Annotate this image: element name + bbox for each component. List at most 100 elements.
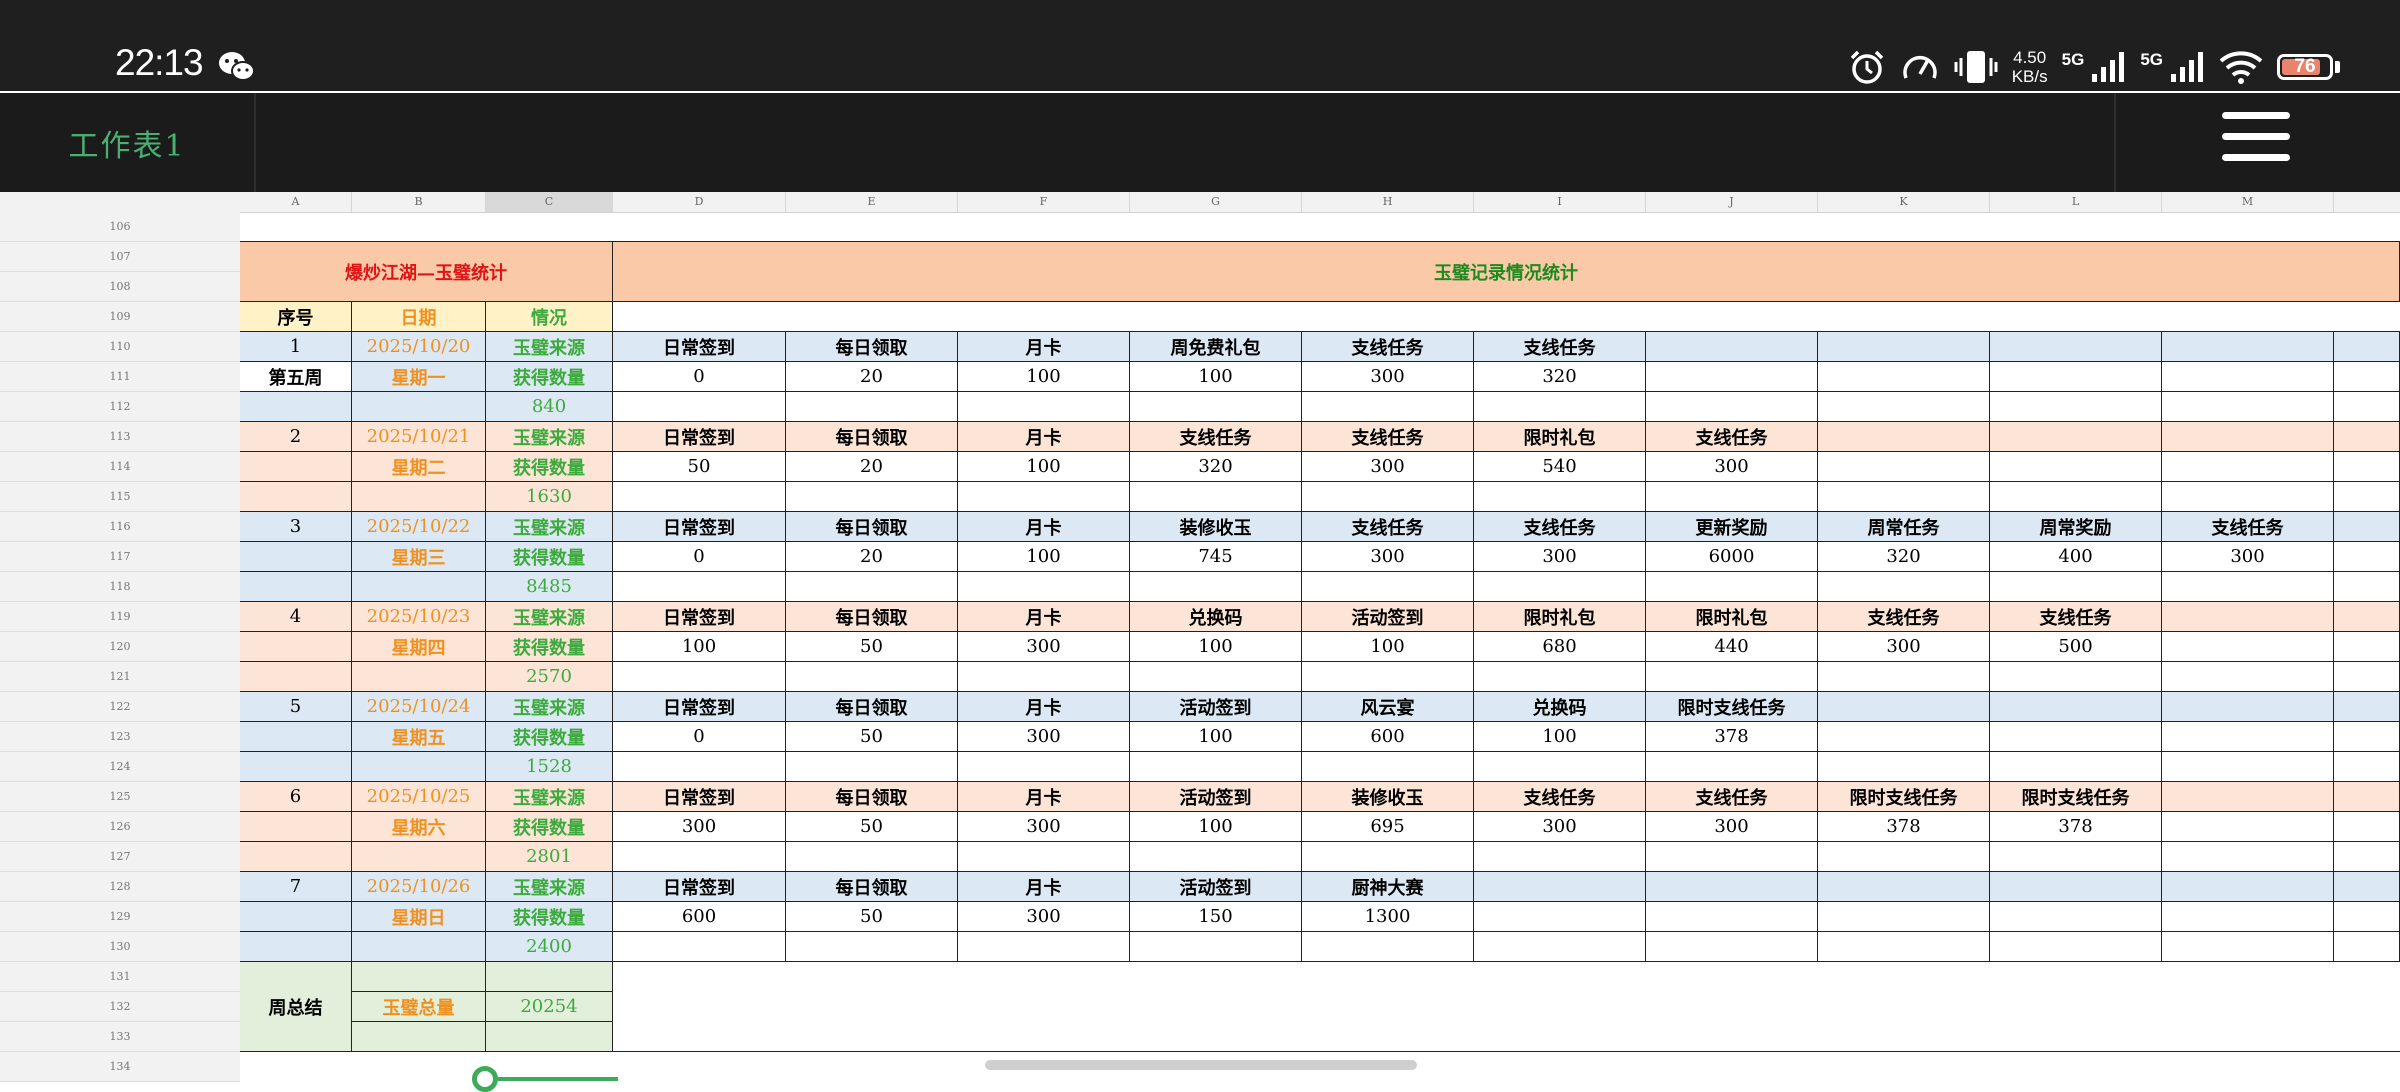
amount-cell[interactable]: 378	[1818, 812, 1990, 842]
cell-empty[interactable]	[613, 482, 786, 512]
column-header-H[interactable]: H	[1302, 192, 1474, 212]
cell-empty[interactable]	[613, 392, 786, 422]
cell-empty[interactable]	[1990, 362, 2162, 392]
cell-empty[interactable]	[2334, 392, 2400, 422]
amount-cell[interactable]: 50	[613, 452, 786, 482]
column-header-E[interactable]: E	[786, 192, 958, 212]
cell-empty[interactable]	[1474, 932, 1646, 962]
amount-cell[interactable]: 100	[1302, 632, 1474, 662]
day-weekday[interactable]: 星期三	[352, 542, 486, 572]
summary-label[interactable]: 周总结	[240, 962, 352, 1052]
cell-empty[interactable]	[958, 842, 1130, 872]
day-seq[interactable]: 1	[240, 332, 352, 362]
left-title[interactable]: 爆炒江湖—玉璧统计	[240, 242, 613, 302]
source-label[interactable]: 玉璧来源	[486, 602, 613, 632]
week-label[interactable]: 第五周	[240, 362, 352, 392]
cell-empty[interactable]	[1646, 482, 1818, 512]
cell-empty[interactable]	[1474, 872, 1646, 902]
amount-cell[interactable]: 300	[958, 902, 1130, 932]
row-header-115[interactable]: 115	[0, 482, 240, 512]
amount-cell[interactable]: 100	[958, 362, 1130, 392]
cell-empty[interactable]	[613, 842, 786, 872]
amount-cell[interactable]: 50	[786, 632, 958, 662]
cell-empty[interactable]	[2334, 422, 2400, 452]
cell-empty[interactable]	[240, 662, 352, 692]
amount-cell[interactable]: 300	[1302, 542, 1474, 572]
cell-empty[interactable]	[240, 932, 352, 962]
amount-cell[interactable]: 50	[786, 902, 958, 932]
amount-cell[interactable]: 600	[1302, 722, 1474, 752]
day-total[interactable]: 2400	[486, 932, 613, 962]
row-header-131[interactable]: 131	[0, 962, 240, 992]
amount-cell[interactable]: 320	[1130, 452, 1302, 482]
cell-empty[interactable]	[613, 752, 786, 782]
source-cell[interactable]: 每日领取	[786, 602, 958, 632]
cell-empty[interactable]	[2162, 752, 2334, 782]
cell-empty[interactable]	[2334, 872, 2400, 902]
cell-empty[interactable]	[1474, 902, 1646, 932]
cell-empty[interactable]	[958, 932, 1130, 962]
amount-cell[interactable]: 300	[958, 632, 1130, 662]
cell-empty[interactable]	[2334, 692, 2400, 722]
source-label[interactable]: 玉璧来源	[486, 512, 613, 542]
amount-cell[interactable]: 20	[786, 542, 958, 572]
header-info[interactable]: 情况	[486, 302, 613, 332]
source-cell[interactable]: 月卡	[958, 512, 1130, 542]
day-total[interactable]: 2570	[486, 662, 613, 692]
cell-empty[interactable]	[1474, 752, 1646, 782]
cell-empty[interactable]	[1646, 752, 1818, 782]
cell-empty[interactable]	[2162, 722, 2334, 752]
cell-empty[interactable]	[2334, 332, 2400, 362]
amount-label[interactable]: 获得数量	[486, 542, 613, 572]
day-date[interactable]: 2025/10/22	[352, 512, 486, 542]
column-header-K[interactable]: K	[1818, 192, 1990, 212]
source-cell[interactable]: 日常签到	[613, 782, 786, 812]
selection-fill-handle[interactable]	[472, 1066, 498, 1092]
cell-empty[interactable]	[1646, 902, 1818, 932]
cell-empty[interactable]	[1990, 452, 2162, 482]
column-header-C[interactable]: C	[486, 192, 613, 212]
source-cell[interactable]: 每日领取	[786, 422, 958, 452]
source-cell[interactable]: 兑换码	[1474, 692, 1646, 722]
source-cell[interactable]: 月卡	[958, 782, 1130, 812]
cell-empty[interactable]	[486, 962, 613, 992]
row-header-124[interactable]: 124	[0, 752, 240, 782]
amount-cell[interactable]: 50	[786, 722, 958, 752]
row-header-110[interactable]: 110	[0, 332, 240, 362]
cell-empty[interactable]	[2334, 662, 2400, 692]
amount-cell[interactable]: 100	[1130, 362, 1302, 392]
source-cell[interactable]: 活动签到	[1302, 602, 1474, 632]
amount-cell[interactable]: 695	[1302, 812, 1474, 842]
source-cell[interactable]: 月卡	[958, 692, 1130, 722]
cell-empty[interactable]	[1130, 842, 1302, 872]
header-empty[interactable]	[613, 302, 2400, 332]
source-cell[interactable]: 周免费礼包	[1130, 332, 1302, 362]
cell-empty[interactable]	[1130, 932, 1302, 962]
amount-cell[interactable]: 20	[786, 362, 958, 392]
amount-cell[interactable]: 6000	[1646, 542, 1818, 572]
amount-cell[interactable]: 300	[1474, 812, 1646, 842]
header-seq[interactable]: 序号	[240, 302, 352, 332]
amount-cell[interactable]: 300	[613, 812, 786, 842]
cell-empty[interactable]	[2162, 332, 2334, 362]
row-header-113[interactable]: 113	[0, 422, 240, 452]
cell-empty[interactable]	[2162, 392, 2334, 422]
cell-empty[interactable]	[352, 392, 486, 422]
amount-cell[interactable]: 0	[613, 542, 786, 572]
day-weekday[interactable]: 星期二	[352, 452, 486, 482]
amount-cell[interactable]: 600	[613, 902, 786, 932]
source-cell[interactable]: 日常签到	[613, 692, 786, 722]
source-cell[interactable]: 活动签到	[1130, 872, 1302, 902]
cell-empty[interactable]	[2162, 602, 2334, 632]
cell-empty[interactable]	[2334, 452, 2400, 482]
cell-empty[interactable]	[2334, 812, 2400, 842]
day-date[interactable]: 2025/10/24	[352, 692, 486, 722]
cell-empty[interactable]	[1474, 482, 1646, 512]
cell-empty[interactable]	[2334, 902, 2400, 932]
cell-empty[interactable]	[613, 662, 786, 692]
amount-cell[interactable]: 0	[613, 722, 786, 752]
cell-empty[interactable]	[786, 572, 958, 602]
day-total[interactable]: 8485	[486, 572, 613, 602]
source-cell[interactable]: 限时支线任务	[1646, 692, 1818, 722]
week-label[interactable]	[240, 452, 352, 482]
